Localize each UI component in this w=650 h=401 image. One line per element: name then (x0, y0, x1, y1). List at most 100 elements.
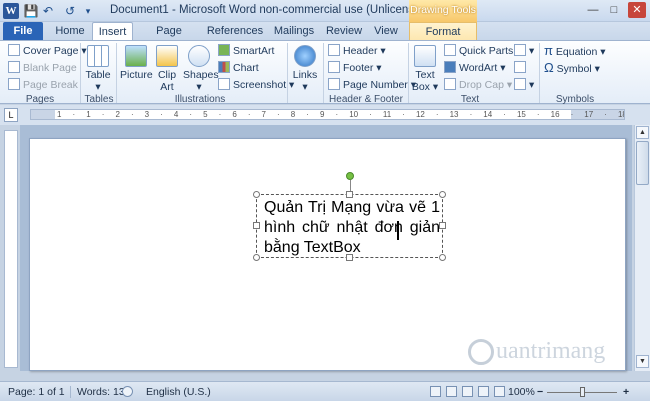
redo-icon[interactable]: ↺ (62, 3, 78, 19)
ruler-mark: 5 (203, 110, 208, 119)
symbol-button[interactable]: Ω Symbol ▾ (544, 60, 600, 76)
scroll-thumb[interactable] (636, 141, 649, 185)
shapes-button[interactable]: Shapes ▾ (183, 45, 219, 93)
word-count[interactable]: Words: 13 (70, 386, 125, 398)
group-separator (116, 43, 117, 103)
signature-line-icon (514, 44, 526, 56)
globe-icon (294, 45, 316, 67)
text-cursor (397, 221, 399, 240)
vertical-ruler[interactable] (4, 130, 18, 368)
full-screen-reading-icon[interactable] (446, 386, 457, 397)
links-button[interactable]: Links ▾ (292, 45, 318, 93)
chart-button[interactable]: Chart (218, 60, 259, 76)
tab-references[interactable]: References (206, 22, 264, 40)
print-layout-icon[interactable] (430, 386, 441, 397)
resize-handle-top-left[interactable] (253, 191, 260, 198)
clip-art-icon (156, 45, 178, 67)
horizontal-ruler[interactable]: 1 · 1 · 2 · 3 · 4 · 5 · 6 · 7 · 8 · 9 · 10 · 11 · 12 · 13 · 14 · 15 · 16… (30, 109, 625, 120)
smartart-icon (218, 44, 230, 56)
zoom-level[interactable]: 100% (508, 386, 535, 398)
footer-icon (328, 61, 340, 73)
zoom-out-button[interactable]: − (537, 386, 543, 398)
resize-handle-bottom-right[interactable] (439, 254, 446, 261)
group-separator (408, 43, 409, 103)
ruler-mark: 13 (449, 110, 459, 119)
group-separator (539, 43, 540, 103)
save-icon[interactable]: 💾 (23, 3, 39, 19)
cover-page-button[interactable]: Cover Page ▾ (8, 43, 87, 59)
tab-selector-button[interactable]: L (4, 108, 18, 122)
tab-insert[interactable]: Insert (92, 22, 133, 40)
watermark-logo (468, 339, 494, 365)
undo-icon[interactable]: ↶ (40, 3, 56, 19)
smartart-button[interactable]: SmartArt (218, 43, 274, 59)
tab-file[interactable]: File (3, 22, 43, 40)
table-icon (87, 45, 109, 67)
resize-handle-right[interactable] (439, 222, 446, 229)
screenshot-button[interactable]: Screenshot ▾ (218, 77, 294, 93)
drop-cap-button[interactable]: Drop Cap ▾ (444, 77, 512, 93)
table-button[interactable]: Table ▾ (84, 45, 112, 93)
tab-home[interactable]: Home (52, 22, 88, 40)
ruler-mark: 7 (261, 110, 266, 119)
clip-art-button[interactable]: Clip Art (154, 45, 180, 93)
word-app-icon[interactable]: W (3, 3, 19, 19)
wordart-icon (444, 61, 456, 73)
zoom-in-button[interactable]: + (623, 386, 629, 398)
tab-review[interactable]: Review (325, 22, 363, 40)
watermark-text: uantrimang (496, 338, 606, 364)
page-count[interactable]: Page: 1 of 1 (8, 386, 65, 398)
ruler-mark: 6 (232, 110, 237, 119)
page-number-button[interactable]: Page Number ▾ (328, 77, 416, 93)
resize-handle-top-right[interactable] (439, 191, 446, 198)
header-button[interactable]: Header ▾ (328, 43, 386, 59)
rotation-handle[interactable] (346, 172, 354, 180)
vertical-scrollbar[interactable]: ▲ ▼ (634, 125, 650, 371)
resize-handle-left[interactable] (253, 222, 260, 229)
minimize-button[interactable]: — (585, 2, 601, 18)
proofing-icon[interactable] (122, 386, 133, 397)
ruler-mark: 8 (290, 110, 296, 119)
ruler-mark: 2 (115, 110, 120, 119)
text-box-button[interactable]: Text Box ▾ (410, 45, 440, 93)
quick-parts-button[interactable]: Quick Parts ▾ (444, 43, 521, 59)
customize-qat-icon[interactable]: ▾ (80, 3, 96, 19)
web-layout-icon[interactable] (462, 386, 473, 397)
close-button[interactable]: ✕ (628, 2, 646, 18)
language-indicator[interactable]: English (U.S.) (146, 386, 211, 398)
ruler-mark: 16 (550, 110, 560, 119)
ruler-mark: 12 (415, 110, 425, 119)
outline-icon[interactable] (478, 386, 489, 397)
page-number-icon (328, 78, 340, 90)
tab-format[interactable]: Format (409, 22, 477, 40)
object-button[interactable]: ▾ (514, 77, 534, 93)
scroll-down-button[interactable]: ▼ (636, 355, 649, 368)
zoom-slider-knob[interactable] (580, 387, 585, 397)
scroll-up-button[interactable]: ▲ (636, 126, 649, 139)
resize-handle-top[interactable] (346, 191, 353, 198)
group-label-pages: Pages (25, 94, 55, 105)
signature-line-button[interactable]: ▾ (514, 43, 534, 59)
tab-mailings[interactable]: Mailings (270, 22, 318, 40)
blank-page-button[interactable]: Blank Page (8, 60, 77, 76)
text-box-icon (414, 45, 436, 67)
footer-button[interactable]: Footer ▾ (328, 60, 382, 76)
page-break-button[interactable]: Page Break (8, 77, 78, 93)
picture-icon (125, 45, 147, 67)
equation-button[interactable]: π Equation ▾ (544, 43, 606, 59)
tab-view[interactable]: View (370, 22, 402, 40)
resize-handle-bottom[interactable] (346, 254, 353, 261)
ruler-mark: 1 (57, 110, 62, 119)
resize-handle-bottom-left[interactable] (253, 254, 260, 261)
wordart-button[interactable]: WordArt ▾ (444, 60, 506, 76)
shapes-icon (188, 45, 210, 67)
tab-page-layout[interactable]: Page Layout (140, 22, 198, 55)
text-box-content[interactable]: Quản Trị Mạng vừa vẽ 1 hình chữ nhật đơn… (264, 198, 440, 258)
date-time-button[interactable] (514, 60, 529, 76)
ruler-mark: · (402, 110, 405, 119)
picture-button[interactable]: Picture (120, 45, 153, 81)
blank-page-icon (8, 61, 20, 73)
group-separator (323, 43, 324, 103)
draft-icon[interactable] (494, 386, 505, 397)
maximize-button[interactable]: □ (606, 2, 622, 18)
